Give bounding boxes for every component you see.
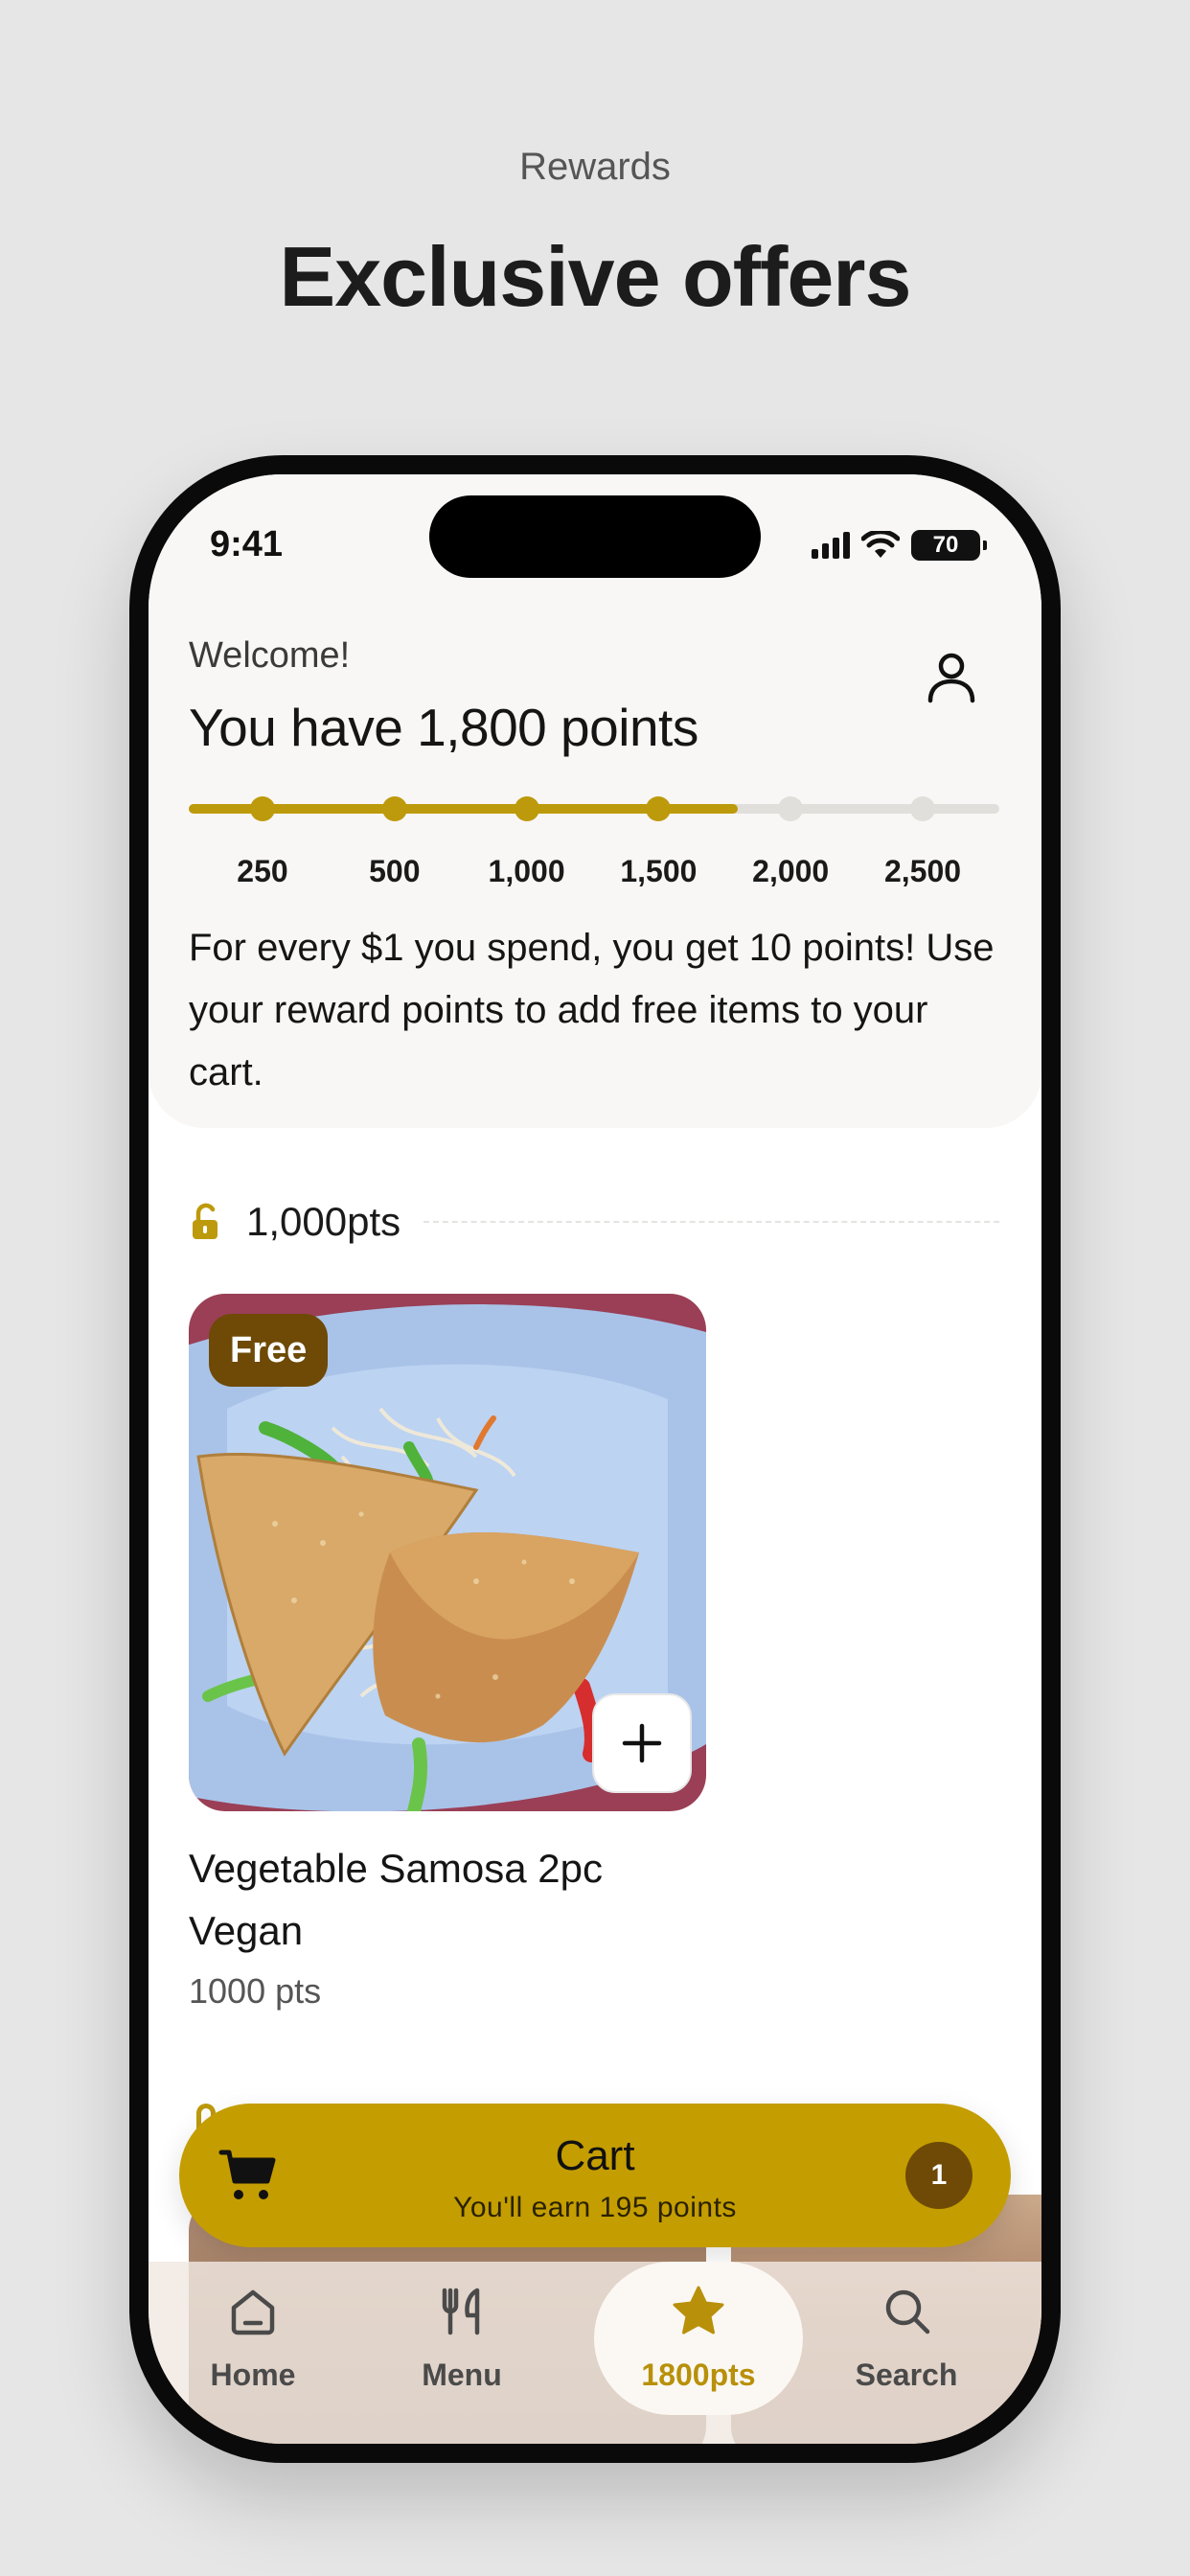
milestone-dot bbox=[381, 796, 407, 821]
utensils-icon bbox=[442, 2288, 480, 2335]
promo-subtitle: Rewards bbox=[519, 146, 671, 188]
tier-label: 1,000pts bbox=[246, 1199, 401, 1244]
points-info-text: For every $1 you spend, you get 10 point… bbox=[189, 927, 995, 1093]
star-icon bbox=[673, 2286, 724, 2334]
battery-icon: 70 bbox=[911, 530, 987, 561]
cart-button[interactable]: Cart You'll earn 195 points 1 bbox=[179, 2104, 1011, 2247]
add-to-cart-button[interactable] bbox=[592, 1693, 692, 1793]
cart-title: Cart bbox=[555, 2132, 635, 2179]
signal-icon bbox=[812, 532, 850, 559]
tab-search[interactable]: Search bbox=[802, 2262, 1011, 2420]
product-name[interactable]: Vegetable Samosa 2pc Vegan bbox=[189, 1837, 725, 1962]
milestone-label: 1,000 bbox=[488, 854, 565, 888]
tab-rewards[interactable]: 1800pts bbox=[594, 2262, 803, 2415]
tab-home-label: Home bbox=[210, 2358, 296, 2392]
person-icon[interactable] bbox=[923, 649, 980, 706]
welcome-text: Welcome! bbox=[189, 635, 351, 676]
status-icons: 70 bbox=[812, 530, 987, 561]
promo-title: Exclusive offers bbox=[279, 229, 912, 324]
app-screen: 9:41 70 Welcome! You have 1,800 points 2… bbox=[149, 474, 1041, 2444]
milestone-dot bbox=[514, 796, 539, 821]
milestone-label: 2,000 bbox=[752, 854, 830, 888]
rewards-summary-panel: 9:41 70 Welcome! You have 1,800 points 2… bbox=[149, 474, 1041, 1128]
tab-home[interactable]: Home bbox=[149, 2262, 357, 2420]
milestone-label: 2,500 bbox=[883, 854, 962, 888]
tab-menu-label: Menu bbox=[422, 2358, 502, 2392]
milestone-label: 250 bbox=[237, 854, 288, 888]
points-heading: You have 1,800 points bbox=[189, 698, 698, 757]
tier-divider bbox=[423, 1221, 999, 1223]
wifi-icon bbox=[861, 531, 900, 558]
plus-icon bbox=[622, 1723, 662, 1763]
tab-menu[interactable]: Menu bbox=[357, 2262, 566, 2420]
cart-earn-text: You'll earn 195 points bbox=[453, 2192, 737, 2223]
milestone-labels: 250 500 1,000 1,500 2,000 2,500 bbox=[189, 854, 999, 892]
milestone-dot bbox=[250, 796, 275, 821]
milestone-label: 1,500 bbox=[620, 854, 698, 888]
home-icon bbox=[231, 2289, 275, 2335]
product-card[interactable]: Free bbox=[189, 1294, 706, 1811]
cart-count-badge: 1 bbox=[905, 2142, 973, 2209]
search-icon bbox=[885, 2289, 930, 2334]
milestone-dot bbox=[910, 796, 935, 821]
free-badge: Free bbox=[209, 1314, 329, 1387]
tab-rewards-label: 1800pts bbox=[641, 2358, 756, 2392]
status-time: 9:41 bbox=[210, 524, 284, 564]
tier-header: 1,000pts bbox=[189, 1195, 999, 1249]
status-bar: 9:41 70 bbox=[149, 474, 1041, 618]
unlock-icon bbox=[193, 1203, 217, 1239]
milestone-dot bbox=[646, 796, 672, 821]
tab-search-label: Search bbox=[855, 2358, 958, 2392]
tab-bar: Home Menu 1800pts Search bbox=[149, 2262, 1041, 2444]
product-points: 1000 pts bbox=[189, 1971, 322, 2011]
dynamic-island bbox=[429, 495, 761, 578]
milestone-label: 500 bbox=[369, 854, 421, 888]
milestone-dot bbox=[778, 796, 804, 821]
points-progress-bar bbox=[189, 796, 999, 821]
